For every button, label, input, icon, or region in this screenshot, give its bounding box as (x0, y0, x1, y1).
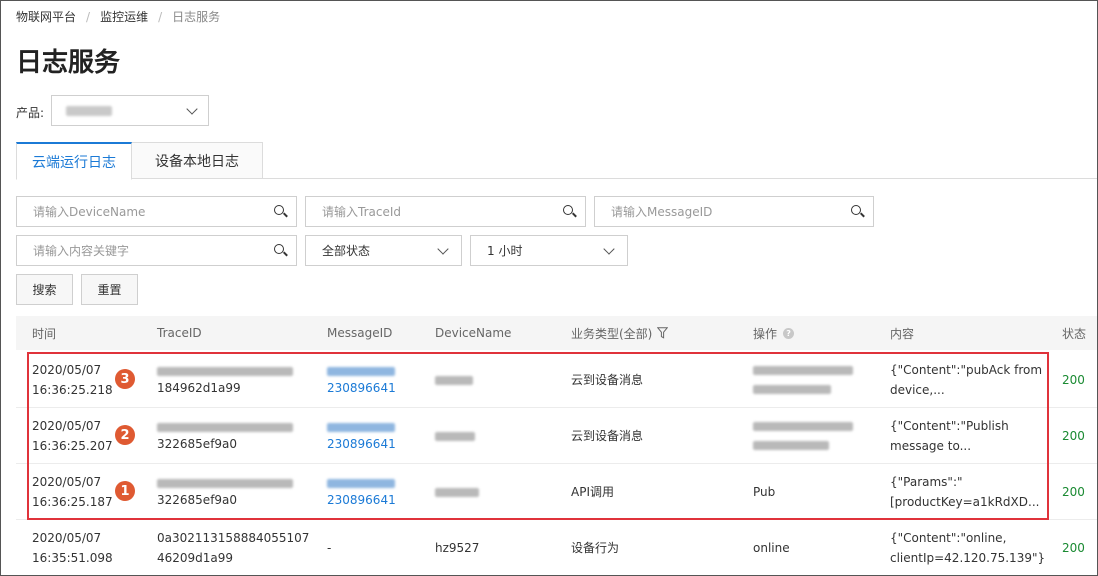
time-range-select[interactable]: 1 小时 (470, 235, 628, 266)
search-button[interactable]: 搜索 (16, 274, 73, 305)
row-action: online (753, 541, 790, 555)
log-tabs: 云端运行日志 设备本地日志 (16, 142, 1098, 180)
trace-id-redacted (157, 478, 293, 488)
search-icon[interactable] (563, 205, 577, 218)
col-time: 时间 (32, 326, 57, 341)
step-badge: 3 (115, 369, 135, 389)
search-icon[interactable] (851, 205, 865, 218)
message-id-link[interactable]: 230896641 (327, 378, 417, 398)
col-status: 状态 (1062, 326, 1087, 341)
chevron-down-icon (186, 103, 198, 115)
status-select[interactable]: 全部状态 (305, 235, 462, 266)
message-id-link[interactable]: 230896641 (327, 490, 417, 510)
row-status: 200 (1062, 485, 1085, 499)
search-icon[interactable] (274, 244, 288, 257)
page-title: 日志服务 (16, 48, 121, 78)
col-biz-type[interactable]: 业务类型(全部) (571, 316, 669, 350)
row-time: 16:36:25.207 (32, 439, 113, 453)
row-action: Pub (753, 485, 776, 499)
row-content-line1: {"Content":"Publish (890, 419, 1009, 433)
message-id-redacted (327, 422, 395, 432)
row-content-line2: message to... (890, 439, 972, 453)
trace-id-redacted (157, 422, 293, 432)
row-status: 200 (1062, 541, 1085, 555)
trace-id-redacted (157, 366, 293, 376)
row-biz-type: API调用 (571, 485, 614, 499)
row-device-name: hz9527 (435, 541, 480, 555)
action-redacted (753, 441, 829, 450)
chevron-down-icon (603, 243, 615, 255)
row-status: 200 (1062, 429, 1085, 443)
chevron-down-icon (437, 243, 449, 255)
message-id-link[interactable]: 230896641 (327, 434, 417, 454)
row-message-id: - (327, 541, 332, 555)
trace-id-search-input[interactable]: 请输入TraceId (305, 196, 586, 227)
row-date: 2020/05/07 (32, 475, 102, 489)
row-date: 2020/05/07 (32, 419, 102, 433)
reset-button[interactable]: 重置 (81, 274, 138, 305)
trace-id-suffix: 322685ef9a0 (157, 436, 238, 451)
row-date: 2020/05/07 (32, 531, 102, 545)
search-icon[interactable] (274, 205, 288, 218)
product-value-redacted (66, 106, 112, 116)
message-id-search-input[interactable]: 请输入MessageID (594, 196, 874, 227)
row-content-line1: {"Content":"online, (890, 531, 1007, 545)
table-row[interactable]: 2020/05/07 16:36:25.187 322685ef9a0 2308… (16, 464, 1098, 520)
row-date: 2020/05/07 (32, 363, 102, 377)
trace-id-suffix: 184962d1a99 (157, 380, 241, 395)
product-label: 产品: (16, 106, 45, 120)
product-select[interactable] (51, 95, 209, 126)
row-biz-type: 云到设备消息 (571, 373, 644, 387)
row-time: 16:35:51.098 (32, 551, 113, 565)
message-id-redacted (327, 478, 395, 488)
action-redacted (753, 422, 853, 431)
table-row[interactable]: 2020/05/07 16:35:51.098 0a30211315888405… (16, 520, 1098, 576)
row-content-line2: [productKey=a1kRdXD... (890, 495, 1040, 509)
device-name-redacted (435, 375, 473, 385)
action-redacted (753, 366, 853, 375)
breadcrumb: 物联网平台 / 监控运维 / 日志服务 (16, 8, 220, 25)
breadcrumb-separator: / (158, 9, 163, 24)
trace-id-suffix: 322685ef9a0 (157, 492, 238, 507)
row-biz-type: 云到设备消息 (571, 429, 644, 443)
tab-cloud-logs[interactable]: 云端运行日志 (16, 142, 132, 180)
breadcrumb-monitoring[interactable]: 监控运维 (100, 8, 148, 25)
help-icon[interactable]: ? (783, 327, 795, 339)
row-status: 200 (1062, 373, 1085, 387)
trace-id-line2: 46209d1a99 (157, 551, 234, 565)
step-badge: 1 (115, 481, 135, 501)
table-header: 时间 TraceID MessageID DeviceName 业务类型(全部)… (16, 316, 1098, 350)
row-content-line1: {"Params":" (890, 475, 963, 489)
row-content-line2: device,... (890, 383, 945, 397)
breadcrumb-iot-platform[interactable]: 物联网平台 (16, 8, 76, 25)
message-id-redacted (327, 366, 395, 376)
keyword-search-input[interactable]: 请输入内容关键字 (16, 235, 297, 266)
row-biz-type: 设备行为 (571, 541, 620, 555)
device-name-search-input[interactable]: 请输入DeviceName (16, 196, 297, 227)
col-message-id: MessageID (327, 326, 393, 340)
row-content-line2: clientIp=42.120.75.139"} (890, 551, 1046, 565)
row-time: 16:36:25.218 (32, 383, 113, 397)
breadcrumb-separator: / (86, 9, 91, 24)
action-redacted (753, 385, 831, 394)
breadcrumb-log-service: 日志服务 (172, 10, 221, 24)
row-content-line1: {"Content":"pubAck from (890, 363, 1043, 377)
table-row[interactable]: 2020/05/07 16:36:25.207 322685ef9a0 2308… (16, 408, 1098, 464)
col-device-name: DeviceName (435, 326, 512, 340)
step-badge: 2 (115, 425, 135, 445)
col-trace-id: TraceID (157, 326, 202, 340)
device-name-redacted (435, 487, 479, 497)
device-name-redacted (435, 431, 475, 441)
filter-icon[interactable] (657, 327, 669, 339)
trace-id-line1: 0a302113158884055107 (157, 531, 310, 545)
col-content: 内容 (890, 326, 915, 341)
col-action: 操作 ? (753, 316, 795, 350)
table-row[interactable]: 2020/05/07 16:36:25.218 184962d1a99 2308… (16, 352, 1098, 408)
row-time: 16:36:25.187 (32, 495, 113, 509)
tab-device-local-logs[interactable]: 设备本地日志 (132, 142, 263, 179)
